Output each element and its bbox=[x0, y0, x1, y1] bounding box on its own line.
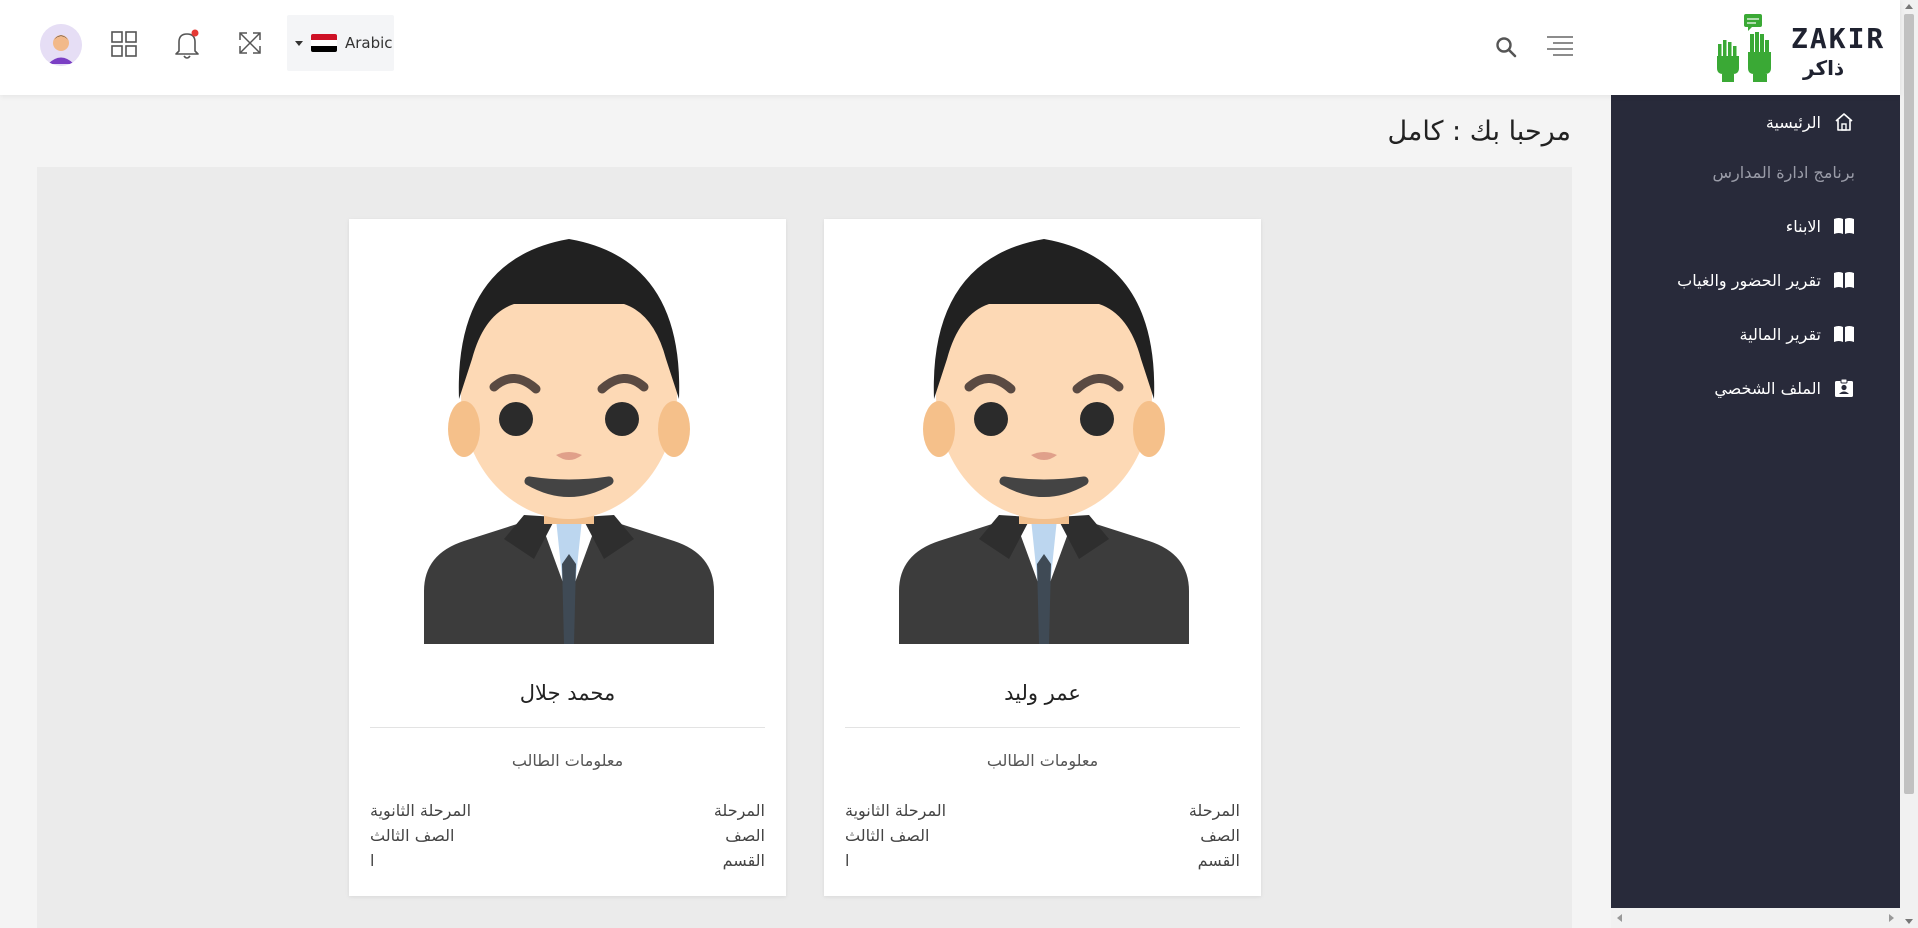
student-avatar-icon bbox=[424, 239, 714, 644]
student-avatar-icon bbox=[899, 239, 1189, 644]
grid-icon bbox=[111, 31, 137, 57]
id-badge-icon bbox=[1833, 377, 1855, 399]
info-value: ا bbox=[370, 851, 375, 870]
vertical-scrollbar[interactable] bbox=[1900, 0, 1918, 928]
info-value: المرحلة الثانوية bbox=[370, 801, 472, 820]
info-value: الصف الثالث bbox=[845, 826, 930, 845]
expand-icon bbox=[239, 32, 261, 54]
top-header: Arabic ZAKIR ذاكر bbox=[0, 0, 1900, 95]
sidebar-item-label: الرئيسية bbox=[1765, 112, 1821, 132]
sidebar-item-attendance-report[interactable]: تقرير الحضور والغياب bbox=[1677, 269, 1855, 291]
info-label: الصف bbox=[725, 826, 765, 845]
sidebar-item-label: تقرير المالية bbox=[1739, 324, 1821, 344]
info-row-section: ا القسم bbox=[845, 851, 1240, 870]
info-label: الصف bbox=[1200, 826, 1240, 845]
sidebar-item-profile[interactable]: الملف الشخصي bbox=[1714, 377, 1855, 399]
sidebar-item-home[interactable]: الرئيسية bbox=[1766, 111, 1855, 133]
info-value: الصف الثالث bbox=[370, 826, 455, 845]
scroll-up-arrow-icon[interactable] bbox=[1905, 4, 1913, 9]
scrollbar-thumb[interactable] bbox=[1904, 14, 1914, 794]
info-row-stage: المرحلة الثانوية المرحلة bbox=[845, 801, 1240, 820]
sidebar-item-label: تقرير الحضور والغياب bbox=[1677, 270, 1821, 290]
brand-logo[interactable]: ZAKIR ذاكر bbox=[1705, 10, 1895, 85]
sidebar-item-financial-report[interactable]: تقرير المالية bbox=[1740, 323, 1855, 345]
student-card[interactable]: عمر وليد معلومات الطالب المرحلة الثانوية… bbox=[824, 219, 1261, 896]
info-value: ا bbox=[845, 851, 850, 870]
scroll-right-arrow-icon[interactable] bbox=[1889, 914, 1894, 922]
logo-text-en: ZAKIR bbox=[1791, 22, 1886, 55]
student-name: محمد جلال bbox=[519, 681, 616, 705]
fullscreen-button[interactable] bbox=[233, 26, 267, 60]
info-label: المرحلة bbox=[1188, 801, 1240, 820]
sidebar-toggle-button[interactable] bbox=[1545, 32, 1575, 60]
student-info-title: معلومات الطالب bbox=[511, 751, 624, 770]
bell-icon bbox=[175, 29, 199, 59]
info-row-grade: الصف الثالث الصف bbox=[370, 826, 765, 845]
home-icon bbox=[1833, 111, 1855, 133]
book-icon bbox=[1833, 323, 1855, 345]
user-avatar[interactable] bbox=[40, 24, 82, 66]
info-row-section: ا القسم bbox=[370, 851, 765, 870]
sidebar-section-title: برنامج ادارة المدارس bbox=[1712, 163, 1855, 182]
student-name: عمر وليد bbox=[1004, 681, 1081, 705]
sidebar-item-label: الابناء bbox=[1785, 216, 1821, 236]
book-icon bbox=[1833, 215, 1855, 237]
scroll-down-arrow-icon[interactable] bbox=[1905, 919, 1913, 924]
avatar-icon bbox=[40, 24, 82, 66]
search-icon bbox=[1496, 37, 1517, 58]
apps-grid-button[interactable] bbox=[108, 28, 140, 60]
student-card[interactable]: محمد جلال معلومات الطالب المرحلة الثانوي… bbox=[349, 219, 786, 896]
sidebar-item-label: الملف الشخصي bbox=[1714, 378, 1821, 398]
students-panel bbox=[37, 167, 1572, 928]
student-info-title: معلومات الطالب bbox=[986, 751, 1099, 770]
info-row-stage: المرحلة الثانوية المرحلة bbox=[370, 801, 765, 820]
welcome-title: مرحبا بك : كامل bbox=[1387, 116, 1571, 147]
sidebar: الرئيسية برنامج ادارة المدارس الابناء تق… bbox=[1611, 95, 1900, 908]
scroll-left-arrow-icon[interactable] bbox=[1617, 914, 1622, 922]
logo-text-ar: ذاكر bbox=[1803, 56, 1845, 80]
search-button[interactable] bbox=[1495, 36, 1517, 58]
info-label: القسم bbox=[722, 851, 765, 870]
caret-down-icon bbox=[295, 40, 303, 46]
info-row-grade: الصف الثالث الصف bbox=[845, 826, 1240, 845]
info-value: المرحلة الثانوية bbox=[845, 801, 947, 820]
language-label: Arabic bbox=[345, 34, 393, 52]
divider bbox=[845, 727, 1240, 728]
language-selector[interactable]: Arabic bbox=[287, 15, 394, 71]
book-icon bbox=[1833, 269, 1855, 291]
menu-icon bbox=[1547, 36, 1573, 56]
notifications-button[interactable] bbox=[171, 27, 203, 61]
info-label: القسم bbox=[1197, 851, 1240, 870]
divider bbox=[370, 727, 765, 728]
info-label: المرحلة bbox=[713, 801, 765, 820]
notification-dot bbox=[191, 29, 199, 37]
sidebar-item-children[interactable]: الابناء bbox=[1786, 215, 1855, 237]
flag-icon bbox=[311, 34, 337, 52]
raised-hands-logo-icon bbox=[1717, 14, 1771, 82]
sidebar-horizontal-scrollbar[interactable] bbox=[1611, 908, 1900, 928]
